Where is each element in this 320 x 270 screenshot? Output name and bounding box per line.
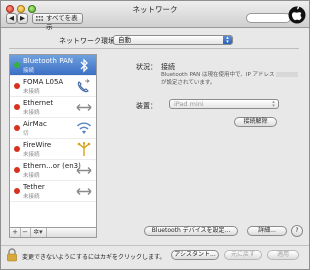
service-name: Tether <box>23 183 45 191</box>
popup-arrows-icon: ▴ ▾ <box>272 99 275 109</box>
footer-divider <box>1 245 309 246</box>
lock-hint-text: 変更できないようにするにはカギをクリックします。 <box>22 254 166 261</box>
status-dot <box>14 125 20 131</box>
search-input[interactable] <box>246 13 291 23</box>
service-item-ethernet[interactable]: Ethernet 未接続 <box>10 97 96 118</box>
status-dot <box>14 167 20 173</box>
ethernet-arrows-icon <box>76 188 92 195</box>
title-bar: ネットワーク ◀ ▶ すべてを表示 <box>1 1 309 31</box>
service-item-airmac[interactable]: AirMac 切 <box>10 118 96 139</box>
service-name: FOMA L05A <box>23 78 64 86</box>
wifi-icon <box>76 122 92 134</box>
service-status: 未接続 <box>23 194 40 200</box>
service-status: 切 <box>23 131 29 137</box>
grid-icon <box>36 16 43 21</box>
status-description-line2: が設定されています。 <box>161 79 216 86</box>
status-value: 接続 <box>161 63 175 71</box>
service-action-menu[interactable]: ✲▾ <box>30 228 47 237</box>
service-item-foma[interactable]: FOMA L05A 未接続 <box>10 76 96 97</box>
device-value: iPad mini <box>174 100 204 108</box>
device-label: 装置： <box>136 102 157 110</box>
assistant-button[interactable]: アシスタント... <box>171 250 219 260</box>
status-dot <box>14 62 20 68</box>
service-item-firewire[interactable]: FireWire 未接続 <box>10 139 96 160</box>
service-list: Bluetooth PAN 接続 FOMA L05A 未接続 Ethernet … <box>9 54 97 228</box>
advanced-button[interactable]: 詳細... <box>247 226 287 236</box>
redacted-ip <box>276 72 299 77</box>
service-status: 未接続 <box>23 89 40 95</box>
network-preferences-window: ネットワーク ◀ ▶ すべてを表示 ネットワーク環境： 自動 ▴ ▾ Blueto… <box>0 0 310 270</box>
apply-button[interactable]: 適用 <box>267 250 299 260</box>
network-location-popup[interactable]: 自動 ▴ ▾ <box>113 35 233 45</box>
firewire-icon <box>77 142 91 156</box>
service-status: 未接続 <box>23 173 40 179</box>
status-dot <box>14 83 20 89</box>
status-dot <box>14 146 20 152</box>
disconnect-button[interactable]: 接続解除 <box>234 117 277 127</box>
service-name: Ethernet <box>23 99 54 107</box>
back-button[interactable]: ◀ <box>6 13 17 24</box>
ethernet-arrows-icon <box>76 167 92 174</box>
service-item-ethernet-en3[interactable]: Ethern...or (en3) 未接続 <box>10 160 96 181</box>
service-status: 接続 <box>23 68 35 74</box>
service-item-bluetooth-pan[interactable]: Bluetooth PAN 接続 <box>10 55 96 76</box>
status-dot <box>14 188 20 194</box>
status-label: 状況： <box>136 63 157 71</box>
service-status: 未接続 <box>23 110 40 116</box>
lock-icon[interactable] <box>6 248 18 262</box>
bluetooth-icon <box>80 58 88 73</box>
device-popup[interactable]: iPad mini ▴ ▾ <box>169 99 279 109</box>
status-description: Bluetooth PAN は現在使用中で、IP アドレス が設定されています。 <box>161 72 299 87</box>
network-location-value: 自動 <box>118 36 131 44</box>
revert-button[interactable]: 元に戻す <box>224 250 262 260</box>
forward-button[interactable]: ▶ <box>17 13 28 24</box>
service-name: AirMac <box>23 120 47 128</box>
service-name: FireWire <box>23 141 52 149</box>
status-dot <box>14 104 20 110</box>
service-list-toolbar: + − ✲▾ <box>9 228 97 238</box>
header-divider <box>9 48 299 49</box>
help-button[interactable]: ? <box>291 225 303 237</box>
service-item-tether[interactable]: Tether 未接続 <box>10 181 96 202</box>
ethernet-arrows-icon <box>76 104 92 111</box>
service-name: Ethern...or (en3) <box>23 162 81 170</box>
show-all-label: すべてを表示 <box>46 14 78 31</box>
service-name: Bluetooth PAN <box>23 57 74 65</box>
apple-logo-icon <box>288 6 306 24</box>
phone-handset-icon <box>77 79 90 93</box>
status-description-line1: Bluetooth PAN は現在使用中で、IP アドレス <box>161 72 275 78</box>
bluetooth-setup-button[interactable]: Bluetooth デバイスを設定... <box>144 226 238 236</box>
service-status: 未接続 <box>23 152 40 158</box>
show-all-button[interactable]: すべてを表示 <box>32 13 83 31</box>
popup-arrows-icon: ▴ ▾ <box>223 36 232 45</box>
